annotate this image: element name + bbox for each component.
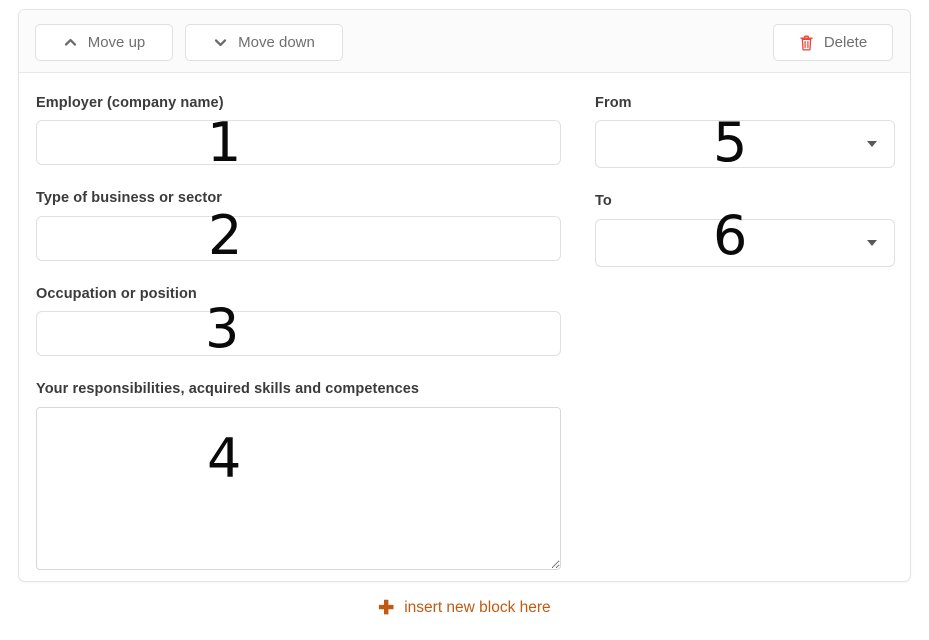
field-to: To <box>595 193 895 267</box>
employer-label: Employer (company name) <box>36 95 224 111</box>
insert-new-block-link[interactable]: ✚ insert new block here <box>0 598 929 619</box>
employer-input[interactable] <box>36 120 561 166</box>
delete-button[interactable]: Delete <box>773 24 893 61</box>
chevron-down-icon <box>215 39 227 47</box>
chevron-up-icon <box>64 38 76 46</box>
responsibilities-label: Your responsibilities, acquired skills a… <box>36 381 420 398</box>
to-label: To <box>595 193 612 210</box>
occupation-input[interactable] <box>36 311 561 357</box>
business-type-input[interactable] <box>36 215 561 261</box>
plus-icon: ✚ <box>378 598 395 619</box>
delete-label: Delete <box>823 34 868 51</box>
from-label: From <box>595 95 632 111</box>
to-select-box[interactable] <box>595 218 895 267</box>
to-select[interactable] <box>595 218 895 267</box>
form-left-column: Employer (company name) Type of business… <box>36 95 561 570</box>
move-down-label: Move down <box>238 34 315 51</box>
from-select[interactable] <box>595 120 895 169</box>
move-down-button[interactable]: Move down <box>185 24 343 61</box>
form-right-column: From To <box>595 95 895 267</box>
move-up-label: Move up <box>87 34 146 51</box>
field-responsibilities: Your responsibilities, acquired skills a… <box>36 381 561 570</box>
responsibilities-textarea[interactable] <box>36 406 561 570</box>
field-employer: Employer (company name) <box>36 95 561 166</box>
field-business-type: Type of business or sector <box>36 190 561 261</box>
block-form-body: Employer (company name) Type of business… <box>19 73 910 582</box>
move-up-button[interactable]: Move up <box>35 24 173 61</box>
from-select-box[interactable] <box>595 120 895 169</box>
occupation-label: Occupation or position <box>36 285 197 302</box>
field-from: From <box>595 95 895 169</box>
trash-icon <box>800 35 813 50</box>
field-occupation: Occupation or position <box>36 285 561 357</box>
experience-block-card: Move up Move down Delete Employer (compa… <box>18 9 911 582</box>
business-type-label: Type of business or sector <box>36 190 223 207</box>
insert-new-block-label: insert new block here <box>404 598 551 616</box>
block-toolbar: Move up Move down Delete <box>19 10 910 73</box>
